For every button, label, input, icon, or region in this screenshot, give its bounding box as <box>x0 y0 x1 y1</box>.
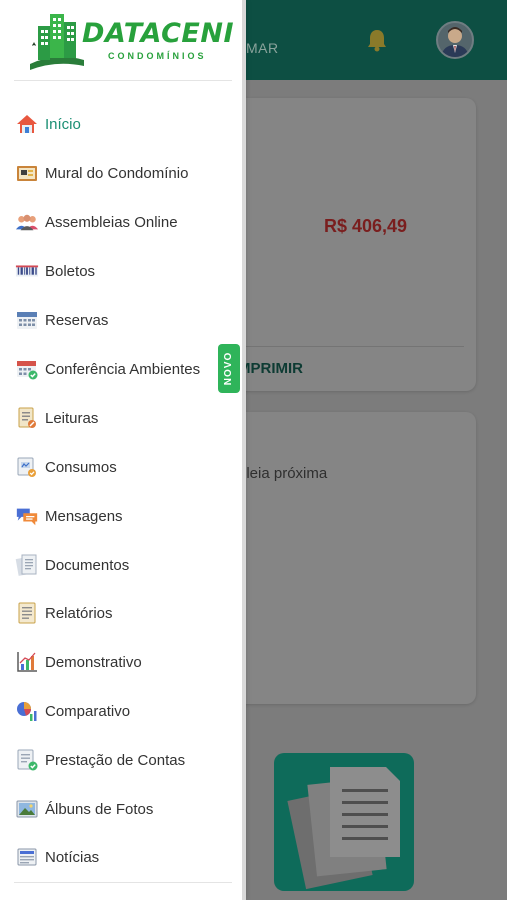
drawer-divider-top <box>14 80 232 81</box>
menu-label: Boletos <box>45 262 96 280</box>
meter-reading-icon <box>15 406 39 430</box>
calendar-check-icon <box>15 357 39 381</box>
documents-illustration-icon <box>287 767 400 890</box>
photo-album-icon <box>15 797 39 821</box>
menu-item-inicio[interactable]: Início <box>0 104 242 144</box>
barcode-icon <box>15 259 39 283</box>
new-badge: NOVO <box>218 344 240 393</box>
menu-item-assembleias[interactable]: Assembleias Online <box>0 202 242 242</box>
menu-item-mensagens[interactable]: Mensagens <box>0 496 242 536</box>
compare-chart-icon <box>15 699 39 723</box>
menu-label: Mural do Condomínio <box>45 164 189 182</box>
home-icon <box>15 112 39 136</box>
menu-label: Relatórios <box>45 604 113 622</box>
documents-tile[interactable] <box>274 753 414 891</box>
chat-icon <box>15 504 39 528</box>
chart-icon <box>15 650 39 674</box>
buildings-logo-icon <box>30 14 84 70</box>
consumption-icon <box>15 455 39 479</box>
card-divider <box>246 346 464 347</box>
people-icon <box>15 210 39 234</box>
menu-item-conferencia[interactable]: Conferência Ambientes <box>0 349 242 389</box>
menu-item-relatorios[interactable]: Relatórios <box>0 593 242 633</box>
drawer-edge <box>242 0 246 900</box>
report-icon <box>15 601 39 625</box>
menu-item-noticias[interactable]: Notícias <box>0 837 242 877</box>
menu-item-mural[interactable]: Mural do Condomínio <box>0 153 242 193</box>
menu-item-demonstrativo[interactable]: Demonstrativo <box>0 642 242 682</box>
menu-label: Reservas <box>45 311 109 329</box>
avatar[interactable] <box>436 21 474 59</box>
brand-name: DATACENI <box>82 18 235 49</box>
menu-item-leituras[interactable]: Leituras <box>0 398 242 438</box>
navigation-drawer: DATACENI CONDOMÍNIOS Início Mural do Con… <box>0 0 242 900</box>
header-tab[interactable]: MAR <box>246 40 279 56</box>
menu-item-documentos[interactable]: Documentos <box>0 545 242 585</box>
menu-label: Leituras <box>45 409 99 427</box>
bulletin-board-icon <box>15 161 39 185</box>
documents-icon <box>15 553 39 577</box>
menu-label: Demonstrativo <box>45 653 142 671</box>
menu-label: Comparativo <box>45 702 131 720</box>
menu-item-boletos[interactable]: Boletos <box>0 251 242 291</box>
menu-label: Documentos <box>45 556 130 574</box>
accounts-icon <box>15 748 39 772</box>
bell-icon[interactable] <box>366 28 388 52</box>
menu-item-consumos[interactable]: Consumos <box>0 447 242 487</box>
menu-item-comparativo[interactable]: Comparativo <box>0 691 242 731</box>
new-badge-label: NOVO <box>223 351 235 386</box>
print-button[interactable]: MPRIMIR <box>238 360 303 377</box>
calendar-icon <box>15 308 39 332</box>
bill-amount: R$ 406,49 <box>324 216 408 236</box>
news-icon <box>15 845 39 869</box>
menu-label: Início <box>45 115 81 133</box>
menu-label: Consumos <box>45 458 117 476</box>
menu-label: Álbuns de Fotos <box>45 800 154 818</box>
drawer-divider-bottom <box>14 882 232 883</box>
assembly-status-text: bleia próxima <box>238 465 328 482</box>
menu-item-reservas[interactable]: Reservas <box>0 300 242 340</box>
brand-logo: DATACENI CONDOMÍNIOS <box>28 8 234 72</box>
menu-label: Prestação de Contas <box>45 751 186 769</box>
menu-label: Conferência Ambientes <box>45 360 201 378</box>
menu-label: Assembleias Online <box>45 213 178 231</box>
brand-subtitle: CONDOMÍNIOS <box>108 51 207 61</box>
menu-label: Notícias <box>45 848 100 866</box>
menu-item-albuns[interactable]: Álbuns de Fotos <box>0 789 242 829</box>
menu-item-prestacao[interactable]: Prestação de Contas <box>0 740 242 780</box>
menu-label: Mensagens <box>45 507 123 525</box>
